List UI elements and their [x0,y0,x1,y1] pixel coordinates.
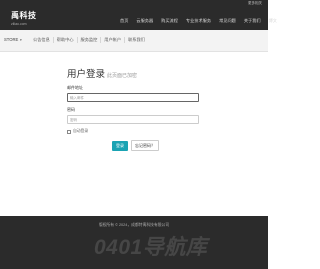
main-nav: 首页 云服务器 购买流程 专业技术服务 常见问题 关于我们 博文 [116,12,281,29]
logo-domain: ziliao.com [11,22,27,26]
forgot-password-button[interactable]: 忘记密码？ [131,140,159,151]
header: 禹科技 ziliao.com 首页 云服务器 购买流程 专业技术服务 常见问题 … [0,6,277,30]
sub-item-announcements[interactable]: 公告信息 [30,37,53,43]
nav-item-blog[interactable]: 博文 [265,14,281,27]
sub-nav: 公告信息 帮助中心 服务监控 用户帐户 联系我们 [30,37,148,43]
chevron-down-icon: ▼ [19,38,23,42]
email-label: 邮件地址 [67,85,83,90]
store-dropdown[interactable]: STORE▼ [4,37,22,42]
logo-name: 禹科技 [11,11,37,20]
password-label: 密码 [67,107,75,112]
nav-item-about[interactable]: 关于我们 [240,14,265,27]
nav-item-tech-service[interactable]: 专业技术服务 [182,14,215,27]
form-actions: 登录 忘记密码？ [112,140,202,151]
remember-label: 自动登录 [73,129,89,133]
sub-bar: STORE▼ 公告信息 帮助中心 服务监控 用户帐户 联系我们 [0,30,268,52]
nav-item-purchase-process[interactable]: 购买流程 [157,14,182,27]
sub-item-service-monitor[interactable]: 服务监控 [76,37,101,43]
login-title: 用户登录 此页面已加密 [67,66,202,80]
watermark: 0401导航库 [94,236,208,259]
nav-item-cloud-server[interactable]: 云服务器 [132,14,157,27]
login-form: 用户登录 此页面已加密 邮件地址 输入邮件 密码 密码 自动登录 登录 忘记密码？ [67,66,202,151]
store-label: STORE [4,37,19,42]
sub-item-user-account[interactable]: 用户帐户 [100,37,124,43]
footer-copyright: 版权所有 © 2024，成都特禹科技有限公司 [98,223,170,227]
remember-checkbox[interactable] [67,129,71,134]
login-subtitle: 此页面已加密 [107,73,138,79]
login-title-text: 用户登录 [67,69,106,80]
sub-item-contact[interactable]: 联系我们 [124,37,148,43]
password-field[interactable]: 密码 [67,115,199,124]
email-field[interactable]: 输入邮件 [67,93,199,102]
nav-item-faq[interactable]: 常见问题 [215,14,240,27]
sub-item-help-center[interactable]: 帮助中心 [52,37,77,43]
login-button[interactable]: 登录 [112,140,128,151]
logo[interactable]: 禹科技 ziliao.com [11,10,37,26]
nav-item-home[interactable]: 首页 [116,14,132,27]
remember-me[interactable]: 自动登录 [67,129,202,134]
